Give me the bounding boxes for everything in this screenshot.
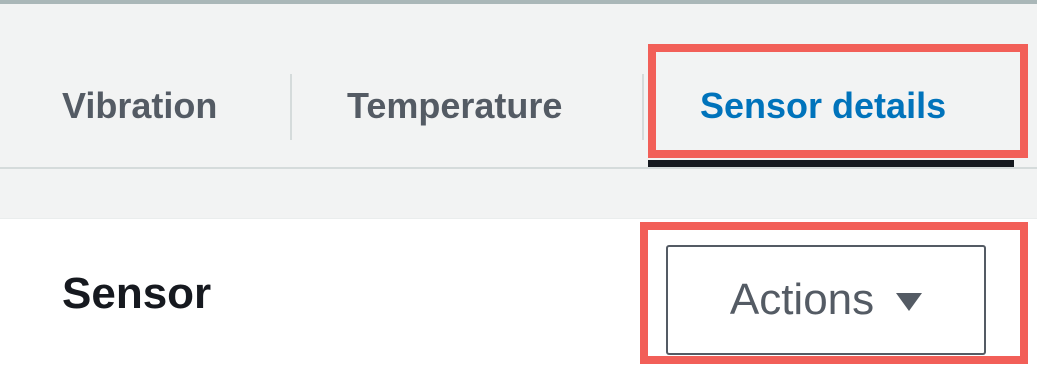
caret-down-icon — [896, 293, 923, 311]
section-heading: Sensor — [62, 269, 212, 318]
tab-bar-border — [0, 167, 1037, 169]
tab-sensor-details[interactable]: Sensor details — [700, 66, 946, 146]
tab-divider — [290, 74, 292, 140]
tab-temperature[interactable]: Temperature — [347, 66, 562, 146]
tab-bar: Vibration Temperature Sensor details — [0, 4, 1037, 169]
actions-button-label: Actions — [729, 275, 875, 324]
screenshot-frame: Vibration Temperature Sensor details Sen… — [0, 0, 1037, 377]
tab-vibration[interactable]: Vibration — [62, 66, 217, 146]
tab-divider — [642, 74, 644, 140]
sensor-panel: Sensor Actions — [0, 218, 1037, 377]
actions-button[interactable]: Actions — [666, 245, 986, 355]
